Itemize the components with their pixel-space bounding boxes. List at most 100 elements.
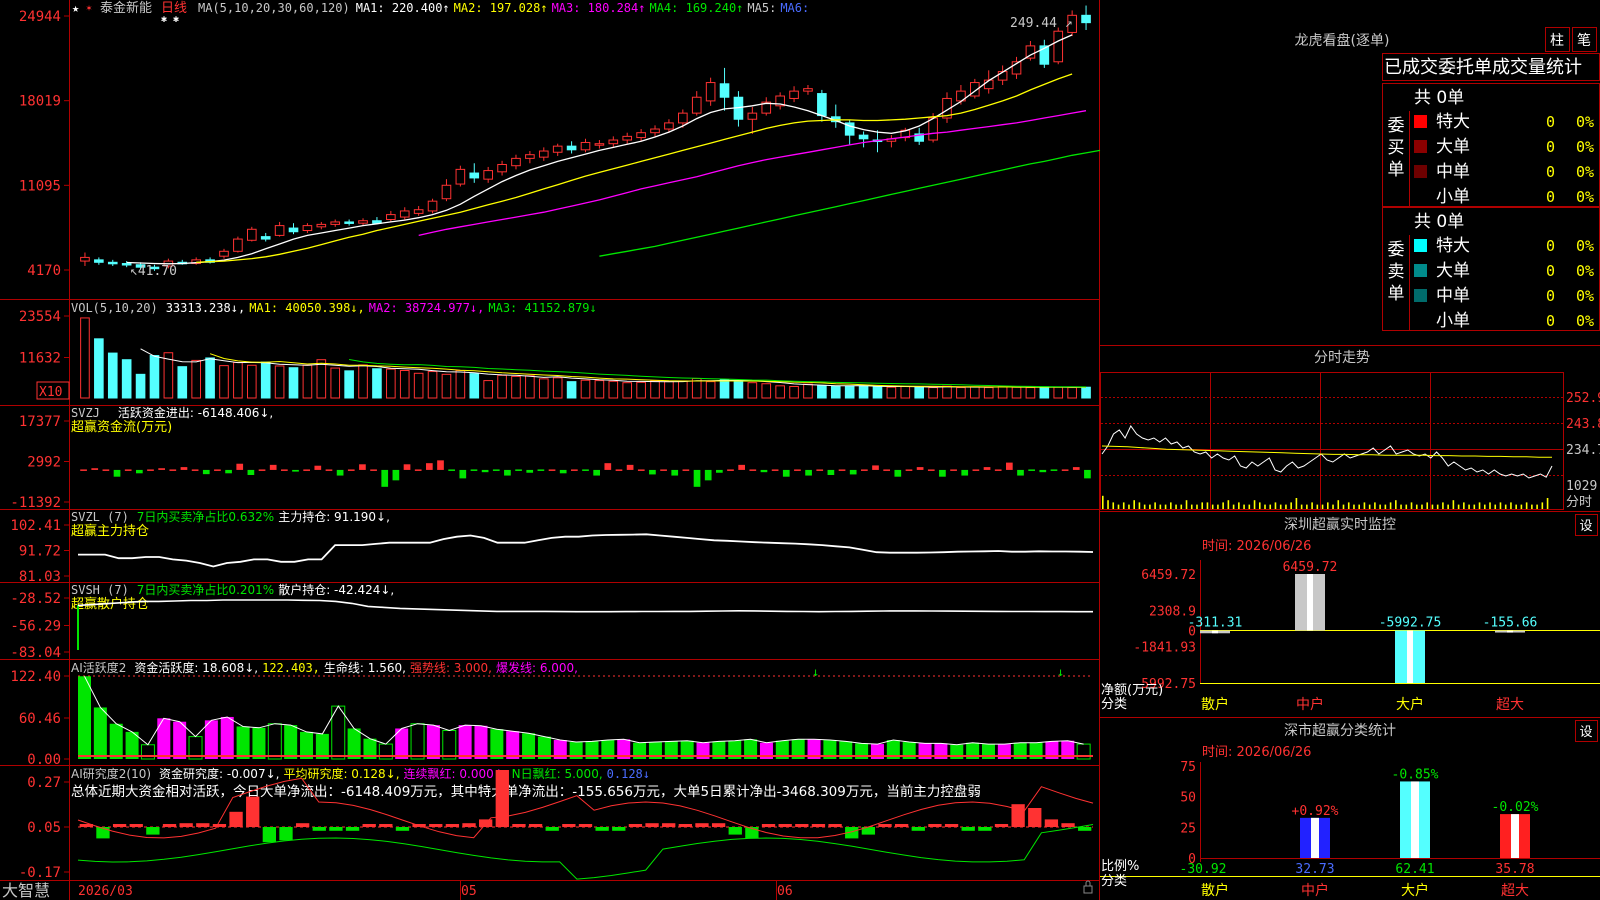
vol-bar-27 [455,369,466,399]
candle-body-45 [705,82,716,102]
intraday-vol-bar-33 [1274,502,1277,509]
sz-classify-bar-highlight-3 [1511,814,1519,858]
svzj-bar-0 [80,469,87,471]
svzl-label-2: 超赢主力持仓 [71,523,149,539]
candle-body-19 [344,221,354,224]
candle-body-12 [246,228,257,241]
date-label-1: 05 [461,884,477,899]
ai-research-bar-31 [595,827,609,831]
svzj-bar-26 [370,469,377,471]
svzj-label-1: 超赢资金流(万元) [71,419,172,435]
sz-monitor-value-label-0: -311.31 [1188,616,1243,631]
svzj-bar-7 [158,468,165,470]
svzj-bar-4 [124,469,132,471]
sz-monitor-category-3: 超大 [1496,697,1524,713]
ai-research-bar-56 [1011,804,1025,827]
sz-classify-category-1: 中户 [1301,882,1329,899]
svzj-bar-65 [805,469,812,476]
intraday-vol-bar-20 [1206,502,1209,509]
intraday-vol-bar-4 [1122,502,1125,509]
ai-research-bar-4 [146,827,160,835]
candle-body-23 [399,210,410,218]
svzj-bar-48 [615,469,623,471]
ai-active-bar-21 [410,723,425,760]
vol-bar-47 [733,380,744,399]
ai-research-bar-45 [828,824,842,827]
vol-bar-50 [775,385,785,399]
intraday-vol-bar-17 [1190,504,1193,509]
svzj-bar-68 [838,469,846,471]
intraday-vol-bar-1 [1107,500,1109,509]
vol-bar-12 [246,364,257,399]
intraday-vol-bar-65 [1442,502,1444,509]
vol-bar-28 [469,373,480,399]
ai-research-bar-54 [978,827,992,831]
ai-research-bar-18 [379,824,393,827]
vol-bar-3 [121,359,132,399]
intraday-vol-bar-49 [1358,504,1360,509]
vol-bar-26 [441,373,452,399]
ai-active-tick-label-2: 0.00 [27,752,61,768]
svzj-title-label-0: SVZJ [71,406,100,420]
buy-row-label-3: 小单 [1436,187,1470,207]
ai-active-bar-24 [458,725,472,759]
svzj-bar-52 [660,469,667,471]
candle-body-10 [219,250,229,257]
sz-classify-ylabel: 比例% [1101,859,1139,874]
intraday-vol-bar-42 [1321,504,1324,509]
asterisk-marks: ✱ ✱ [161,14,179,25]
ai-research-bar-15 [329,827,343,831]
star-icon-small: ✶ [86,3,92,14]
sz-monitor-tick-label-0: 6459.72 [1141,568,1196,583]
svzj-bar-87 [1050,469,1058,471]
vol-bar-37 [594,380,605,399]
svzl-label-1: 主力持仓: 91.190↓, [278,509,390,524]
ai-research-bar-3 [129,824,143,827]
intraday-vol-bar-44 [1332,504,1334,509]
intraday-vol-bar-59 [1410,502,1413,509]
svzj-bar-41 [537,469,545,471]
intraday-vol-bar-3 [1117,504,1120,509]
sz-classify-tick-label-1: 50 [1180,791,1196,806]
svzj-bar-70 [861,469,868,471]
ma-label-3: MA4: 169.240↑ [649,1,743,15]
ai-active-bar-5 [157,718,171,759]
svzj-bar-12 [214,469,221,471]
sz-classify-change-2: -0.85% [1392,767,1439,782]
svzj-bar-23 [336,469,344,476]
ai-research-bar-10 [246,796,260,827]
ai-research-summary: 总体近期大资金相对活跃，今日大单净流出：-6148.409万元，其中特大单净流出… [71,783,981,800]
svzj-bar-53 [671,469,679,476]
star-icon[interactable]: ★ [72,1,79,15]
ai-research-bar-12 [279,827,293,841]
svzj-bar-82 [994,469,1002,471]
intraday-vol-bar-60 [1415,504,1418,509]
intraday-vol-bar-64 [1436,504,1439,509]
ai-active-tick-label-1: 60.46 [19,711,61,727]
stock-name[interactable]: 泰金新能 [100,0,152,16]
intraday-vol-bar-81 [1525,502,1528,509]
svzl-tick-label-0: 102.41 [10,518,61,534]
vol-bar-39 [622,382,633,399]
buy-row-count-3: 0 [1546,188,1555,206]
vol-bar-67 [1011,386,1022,399]
buy-row-label-2: 中单 [1436,162,1470,182]
svzj-bar-38 [504,469,511,476]
intraday-vol-bar-54 [1384,504,1387,509]
intraday-vol-bar-53 [1379,504,1381,509]
intraday-vol-bar-36 [1290,502,1292,509]
ai-research-bar-41 [761,824,776,827]
ai-research-bar-23 [462,823,476,827]
sz-monitor-bar-highlight-3 [1507,630,1513,633]
ai-research-tick-label-2: -0.17 [19,865,61,881]
vol-bar-33 [538,378,549,399]
ai-research-bar-30 [578,824,593,827]
intraday-vol-bar-40 [1311,502,1313,509]
ai-research-bar-5 [162,824,177,827]
intraday-vol-bar-68 [1457,504,1460,509]
low-annotation: ↖41.70 [130,264,177,279]
intraday-vol-bar-29 [1253,500,1256,509]
svzj-bar-43 [559,469,567,474]
candle-body-36 [580,141,591,151]
vol-bar-51 [789,386,799,399]
